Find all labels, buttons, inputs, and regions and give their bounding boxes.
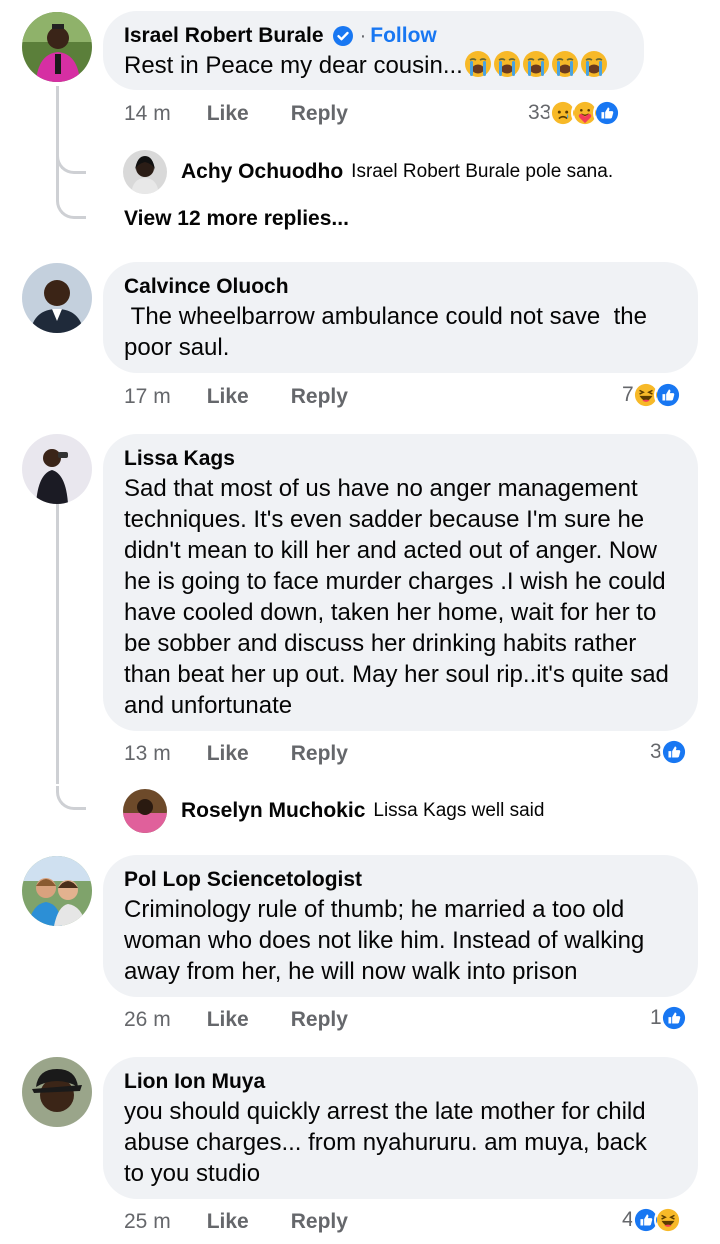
reactions-summary[interactable]: 7 [622,381,682,409]
reactions-summary[interactable]: 3 [650,738,688,766]
thread-connector [56,504,59,784]
reply-author[interactable]: Achy Ochuodho [181,160,343,184]
view-more-replies-link[interactable]: View 12 more replies... [124,207,349,231]
crying-face-icon [464,51,491,77]
comment-actions: 13 m Like Reply [124,742,390,766]
thread-connector [56,160,59,200]
like-button[interactable]: Like [207,1210,249,1234]
reply-item: Roselyn Muchokic Lissa Kags well said [123,789,544,833]
crying-face-icon [580,51,607,77]
comment-bubble: Calvince Oluoch The wheelbarrow ambulanc… [103,262,698,373]
reactions-summary[interactable]: 4 [622,1206,682,1234]
like-reaction-icon [593,99,622,127]
avatar[interactable] [22,263,92,333]
reply-author[interactable]: Roselyn Muchokic [181,799,365,823]
reply-button[interactable]: Reply [291,742,348,766]
reaction-count: 33 [528,101,552,124]
comment-text: Rest in Peace my dear cousin... [124,50,624,81]
comment-actions: 17 m Like Reply [124,385,390,409]
crying-face-icon [522,51,549,77]
comment-author[interactable]: Pol Lop Sciencetologist [124,866,678,894]
avatar[interactable] [22,434,92,504]
comment-timestamp[interactable]: 13 m [124,742,171,766]
comment-actions: 25 m Like Reply [124,1210,390,1234]
thread-connector-curve [56,150,86,174]
comment-bubble: Lissa Kags Sad that most of us have no a… [103,434,698,731]
crying-face-emoji-row [463,51,608,79]
comment-bubble: Lion Ion Muya you should quickly arrest … [103,1057,698,1199]
reply-button[interactable]: Reply [291,1008,348,1032]
reply-text: Israel Robert Burale pole sana. [351,161,614,182]
haha-reaction-icon [653,1206,682,1234]
reply-item: Achy Ochuodho Israel Robert Burale pole … [123,150,613,194]
comment-timestamp[interactable]: 14 m [124,102,171,126]
comment-actions: 26 m Like Reply [124,1008,390,1032]
author-name[interactable]: Israel Robert Burale [124,22,324,50]
like-button[interactable]: Like [207,102,249,126]
reply-avatar[interactable] [123,150,167,194]
comment-author[interactable]: Lissa Kags [124,445,678,473]
reactions-summary[interactable]: 1 [650,1004,688,1032]
comment-bubble: Israel Robert Burale · Follow Rest in Pe… [103,11,644,90]
like-reaction-icon [659,738,688,766]
comment-text: The wheelbarrow ambulance could not save… [124,303,654,361]
separator: · [359,25,367,47]
reply-button[interactable]: Reply [291,102,348,126]
comment-author[interactable]: Lion Ion Muya [124,1068,678,1096]
like-reaction-icon [659,1004,688,1032]
verified-badge-icon [332,26,353,46]
comment-text: you should quickly arrest the late mothe… [124,1098,654,1187]
reply-button[interactable]: Reply [291,385,348,409]
comment-timestamp[interactable]: 26 m [124,1008,171,1032]
comment-bubble: Pol Lop Sciencetologist Criminology rule… [103,855,698,997]
comment-author[interactable]: Calvince Oluoch [124,273,678,301]
thread-connector-curve [56,195,86,219]
comment-timestamp[interactable]: 25 m [124,1210,171,1234]
avatar[interactable] [22,856,92,926]
avatar[interactable] [22,1057,92,1127]
comment-author[interactable]: Israel Robert Burale · Follow [124,22,624,50]
crying-face-icon [551,51,578,77]
follow-button[interactable]: Follow [370,22,437,50]
comment-timestamp[interactable]: 17 m [124,385,171,409]
reply-text: Lissa Kags well said [373,800,545,821]
comment-actions: 14 m Like Reply [124,102,390,126]
reactions-summary[interactable]: 33 [528,99,622,127]
reply-avatar[interactable] [123,789,167,833]
like-reaction-icon [653,381,682,409]
thread-connector-curve [56,786,86,810]
crying-face-icon [493,51,520,77]
like-button[interactable]: Like [207,742,249,766]
like-button[interactable]: Like [207,385,249,409]
avatar[interactable] [22,12,92,82]
comment-text: Criminology rule of thumb; he married a … [124,896,651,985]
comment-text-content: Rest in Peace my dear cousin... [124,52,463,79]
like-button[interactable]: Like [207,1008,249,1032]
comment-text: Sad that most of us have no anger manage… [124,475,676,719]
reply-button[interactable]: Reply [291,1210,348,1234]
